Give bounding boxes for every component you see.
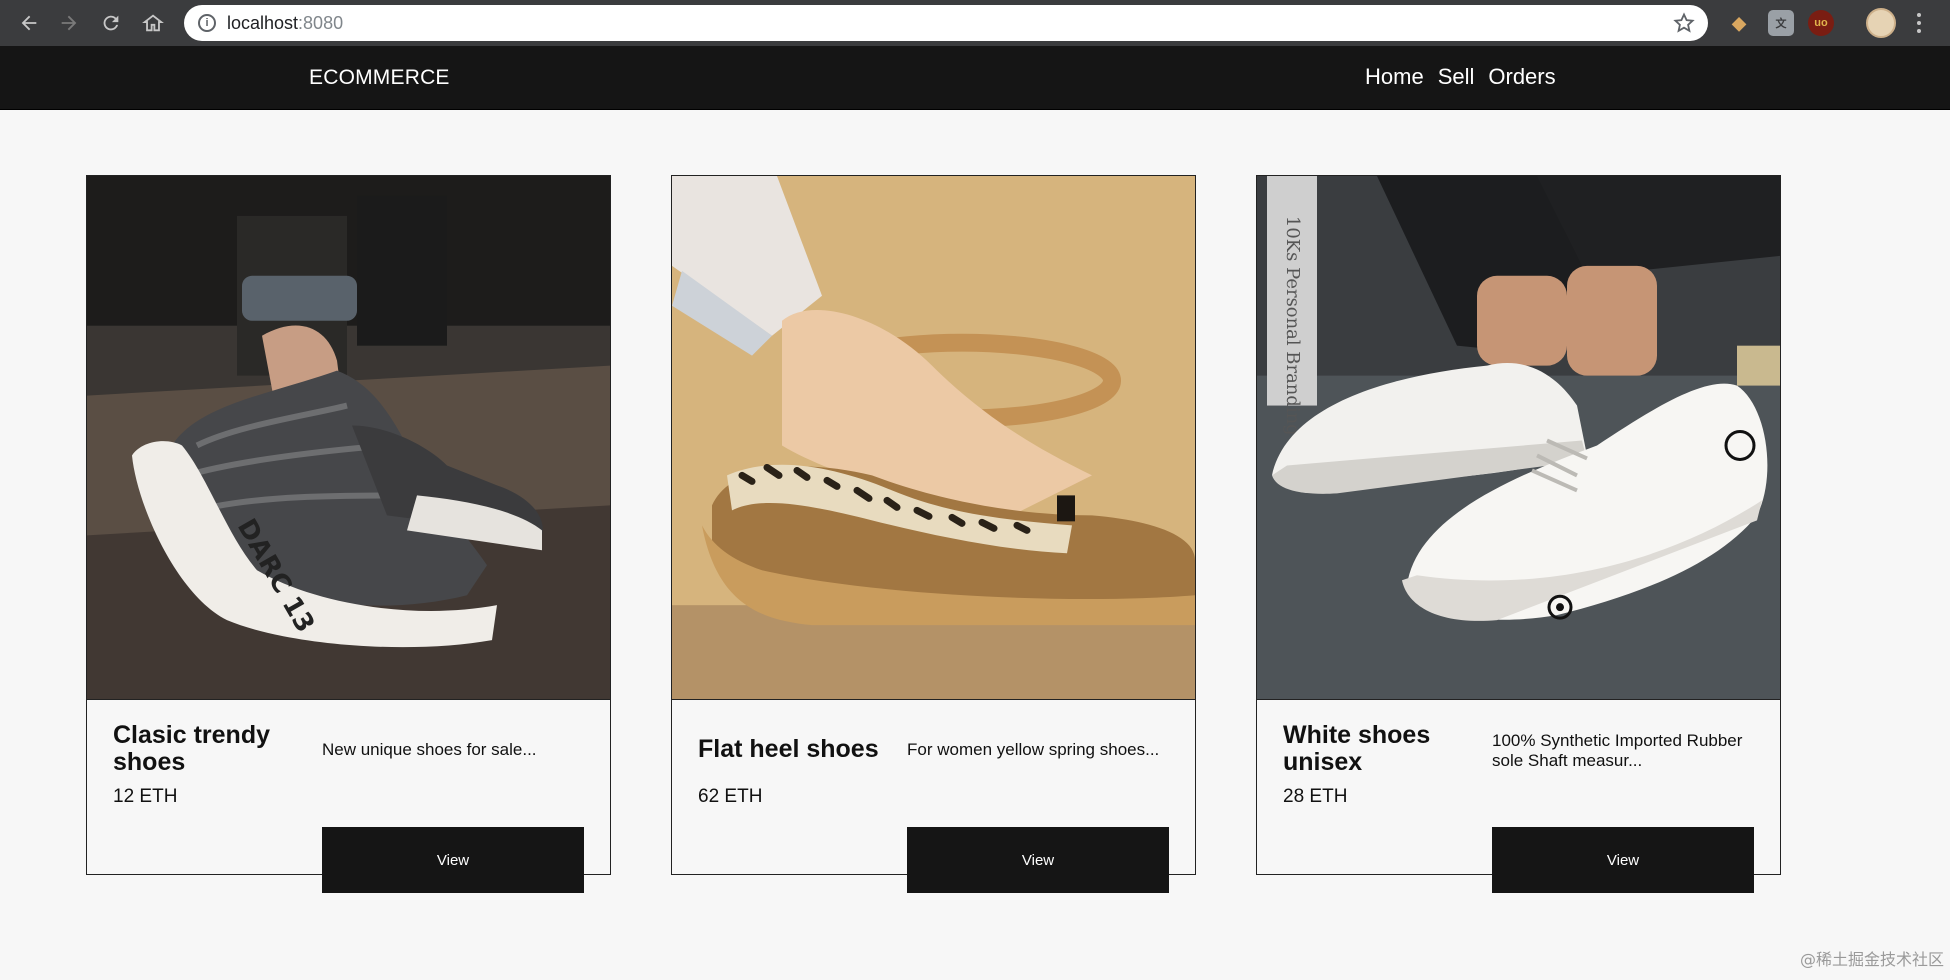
product-price: 12 ETH bbox=[113, 786, 178, 807]
product-description: 100% Synthetic Imported Rubber sole Shaf… bbox=[1492, 731, 1743, 770]
star-icon[interactable] bbox=[1672, 11, 1696, 35]
product-price: 28 ETH bbox=[1283, 786, 1348, 807]
extension-ublock-icon[interactable]: uo bbox=[1808, 10, 1834, 36]
profile-avatar[interactable] bbox=[1866, 8, 1896, 38]
url-port: :8080 bbox=[298, 13, 344, 33]
nav-orders[interactable]: Orders bbox=[1488, 64, 1555, 90]
app-header: ECOMMERCE Home Sell Orders bbox=[0, 46, 1950, 110]
brand-logo[interactable]: ECOMMERCE bbox=[309, 66, 450, 90]
home-icon[interactable] bbox=[138, 8, 168, 38]
product-image[interactable] bbox=[672, 176, 1195, 700]
product-card: Flat heel shoes 62 ETH For women yellow … bbox=[671, 175, 1196, 893]
nav-home[interactable]: Home bbox=[1365, 64, 1424, 90]
product-name: White shoes unisex bbox=[1283, 721, 1431, 776]
extension-fox-icon[interactable]: ◆ bbox=[1726, 10, 1752, 36]
product-image[interactable]: 10Ks Personal Branding bbox=[1257, 176, 1780, 700]
product-name: Clasic trendy shoes bbox=[113, 721, 271, 776]
product-name: Flat heel shoes bbox=[698, 735, 879, 763]
product-description: For women yellow spring shoes... bbox=[907, 740, 1160, 759]
view-button[interactable]: View bbox=[907, 827, 1169, 893]
view-button[interactable]: View bbox=[1492, 827, 1754, 893]
product-description: New unique shoes for sale... bbox=[322, 740, 537, 759]
svg-text:10Ks Personal Branding: 10Ks Personal Branding bbox=[1282, 216, 1303, 436]
url-host: localhost bbox=[227, 13, 299, 33]
product-price: 62 ETH bbox=[698, 786, 763, 807]
view-button[interactable]: View bbox=[322, 827, 584, 893]
watermark: @稀土掘金技术社区 bbox=[1799, 950, 1944, 969]
product-card: 10Ks Personal Branding White shoes unise… bbox=[1256, 175, 1781, 893]
extension-translate-icon[interactable]: 文 bbox=[1768, 10, 1794, 36]
nav-sell[interactable]: Sell bbox=[1438, 64, 1475, 90]
product-card: DARC 13 Clasic trendy shoes 12 ETH New u… bbox=[86, 175, 611, 893]
forward-icon[interactable] bbox=[54, 8, 84, 38]
menu-icon[interactable] bbox=[1910, 10, 1928, 36]
url-text[interactable]: localhost:8080 bbox=[227, 13, 343, 34]
product-image[interactable]: DARC 13 bbox=[87, 176, 610, 700]
back-icon[interactable] bbox=[14, 8, 44, 38]
reload-icon[interactable] bbox=[96, 8, 126, 38]
main-nav: Home Sell Orders bbox=[1365, 64, 1556, 90]
browser-toolbar: i localhost:8080 ◆ 文 uo bbox=[0, 0, 1950, 46]
info-icon[interactable]: i bbox=[198, 14, 216, 32]
address-bar[interactable]: i localhost:8080 bbox=[184, 5, 1708, 41]
